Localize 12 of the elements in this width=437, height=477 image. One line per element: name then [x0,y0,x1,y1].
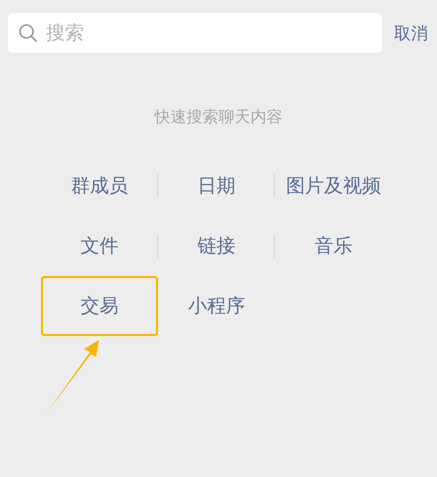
category-link[interactable]: 图片及视频 [275,156,392,216]
search-field[interactable]: 搜索 [8,13,382,53]
category-link[interactable]: 文件 [41,216,158,276]
category-link[interactable]: 群成员 [41,156,158,216]
category-link[interactable]: 链接 [158,216,275,276]
category-link[interactable]: 小程序 [158,276,275,336]
category-link[interactable]: 交易 [41,276,158,336]
search-hint: 快速搜索聊天内容 [153,107,284,128]
category-link[interactable]: 日期 [158,156,275,216]
cancel-button[interactable]: 取消 [394,22,428,44]
search-icon [18,23,38,43]
category-link[interactable]: 音乐 [275,216,392,276]
